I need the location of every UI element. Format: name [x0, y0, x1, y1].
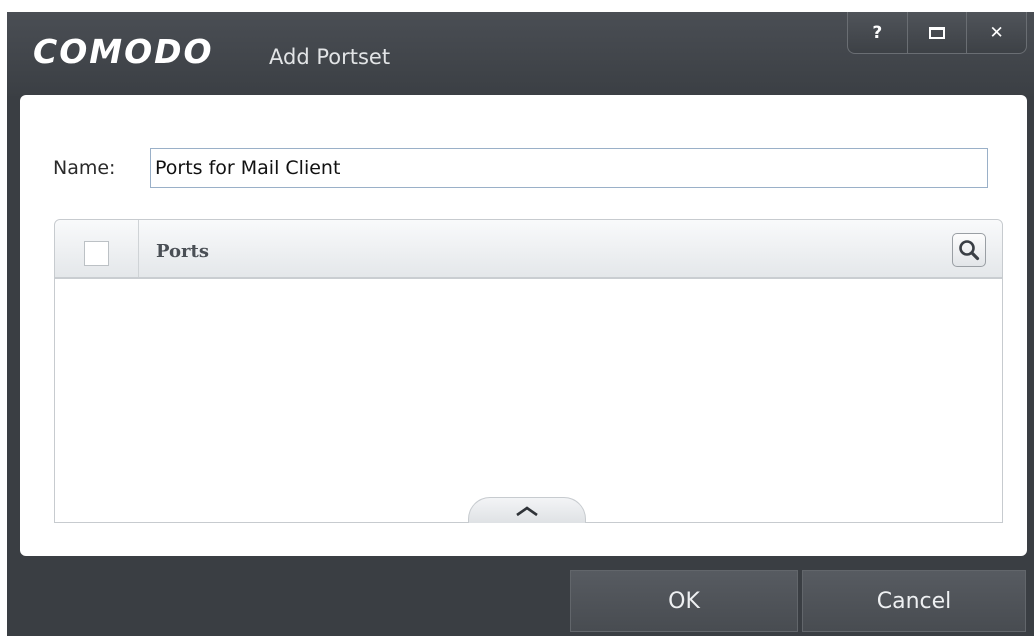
add-portset-dialog: COMODO Add Portset ? ✕ Name: Ports for M… [7, 12, 1034, 636]
ports-column-header[interactable]: Ports [156, 241, 209, 262]
collapse-toggle[interactable] [468, 497, 586, 523]
search-button[interactable] [952, 233, 986, 267]
select-all-checkbox[interactable] [84, 241, 109, 266]
ok-button[interactable]: OK [570, 570, 798, 632]
cancel-button[interactable]: Cancel [802, 570, 1026, 632]
maximize-button[interactable] [908, 12, 968, 53]
dialog-content: Name: Ports [20, 95, 1027, 556]
help-icon: ? [872, 22, 883, 43]
chevron-up-icon [516, 505, 538, 516]
close-icon: ✕ [989, 22, 1004, 43]
name-label: Name: [53, 157, 116, 179]
title-bar[interactable]: COMODO Add Portset ? ✕ [7, 12, 1034, 96]
name-field[interactable] [150, 148, 988, 188]
search-icon [959, 240, 980, 261]
ports-table: Ports [54, 219, 1003, 523]
maximize-icon [929, 26, 945, 39]
comodo-logo: COMODO [33, 32, 214, 71]
window-title: Add Portset [269, 45, 391, 69]
window-controls: ? ✕ [847, 12, 1027, 54]
help-button[interactable]: ? [848, 12, 908, 53]
select-all-cell [55, 220, 139, 277]
close-button[interactable]: ✕ [967, 12, 1026, 53]
table-header: Ports [55, 220, 1002, 279]
